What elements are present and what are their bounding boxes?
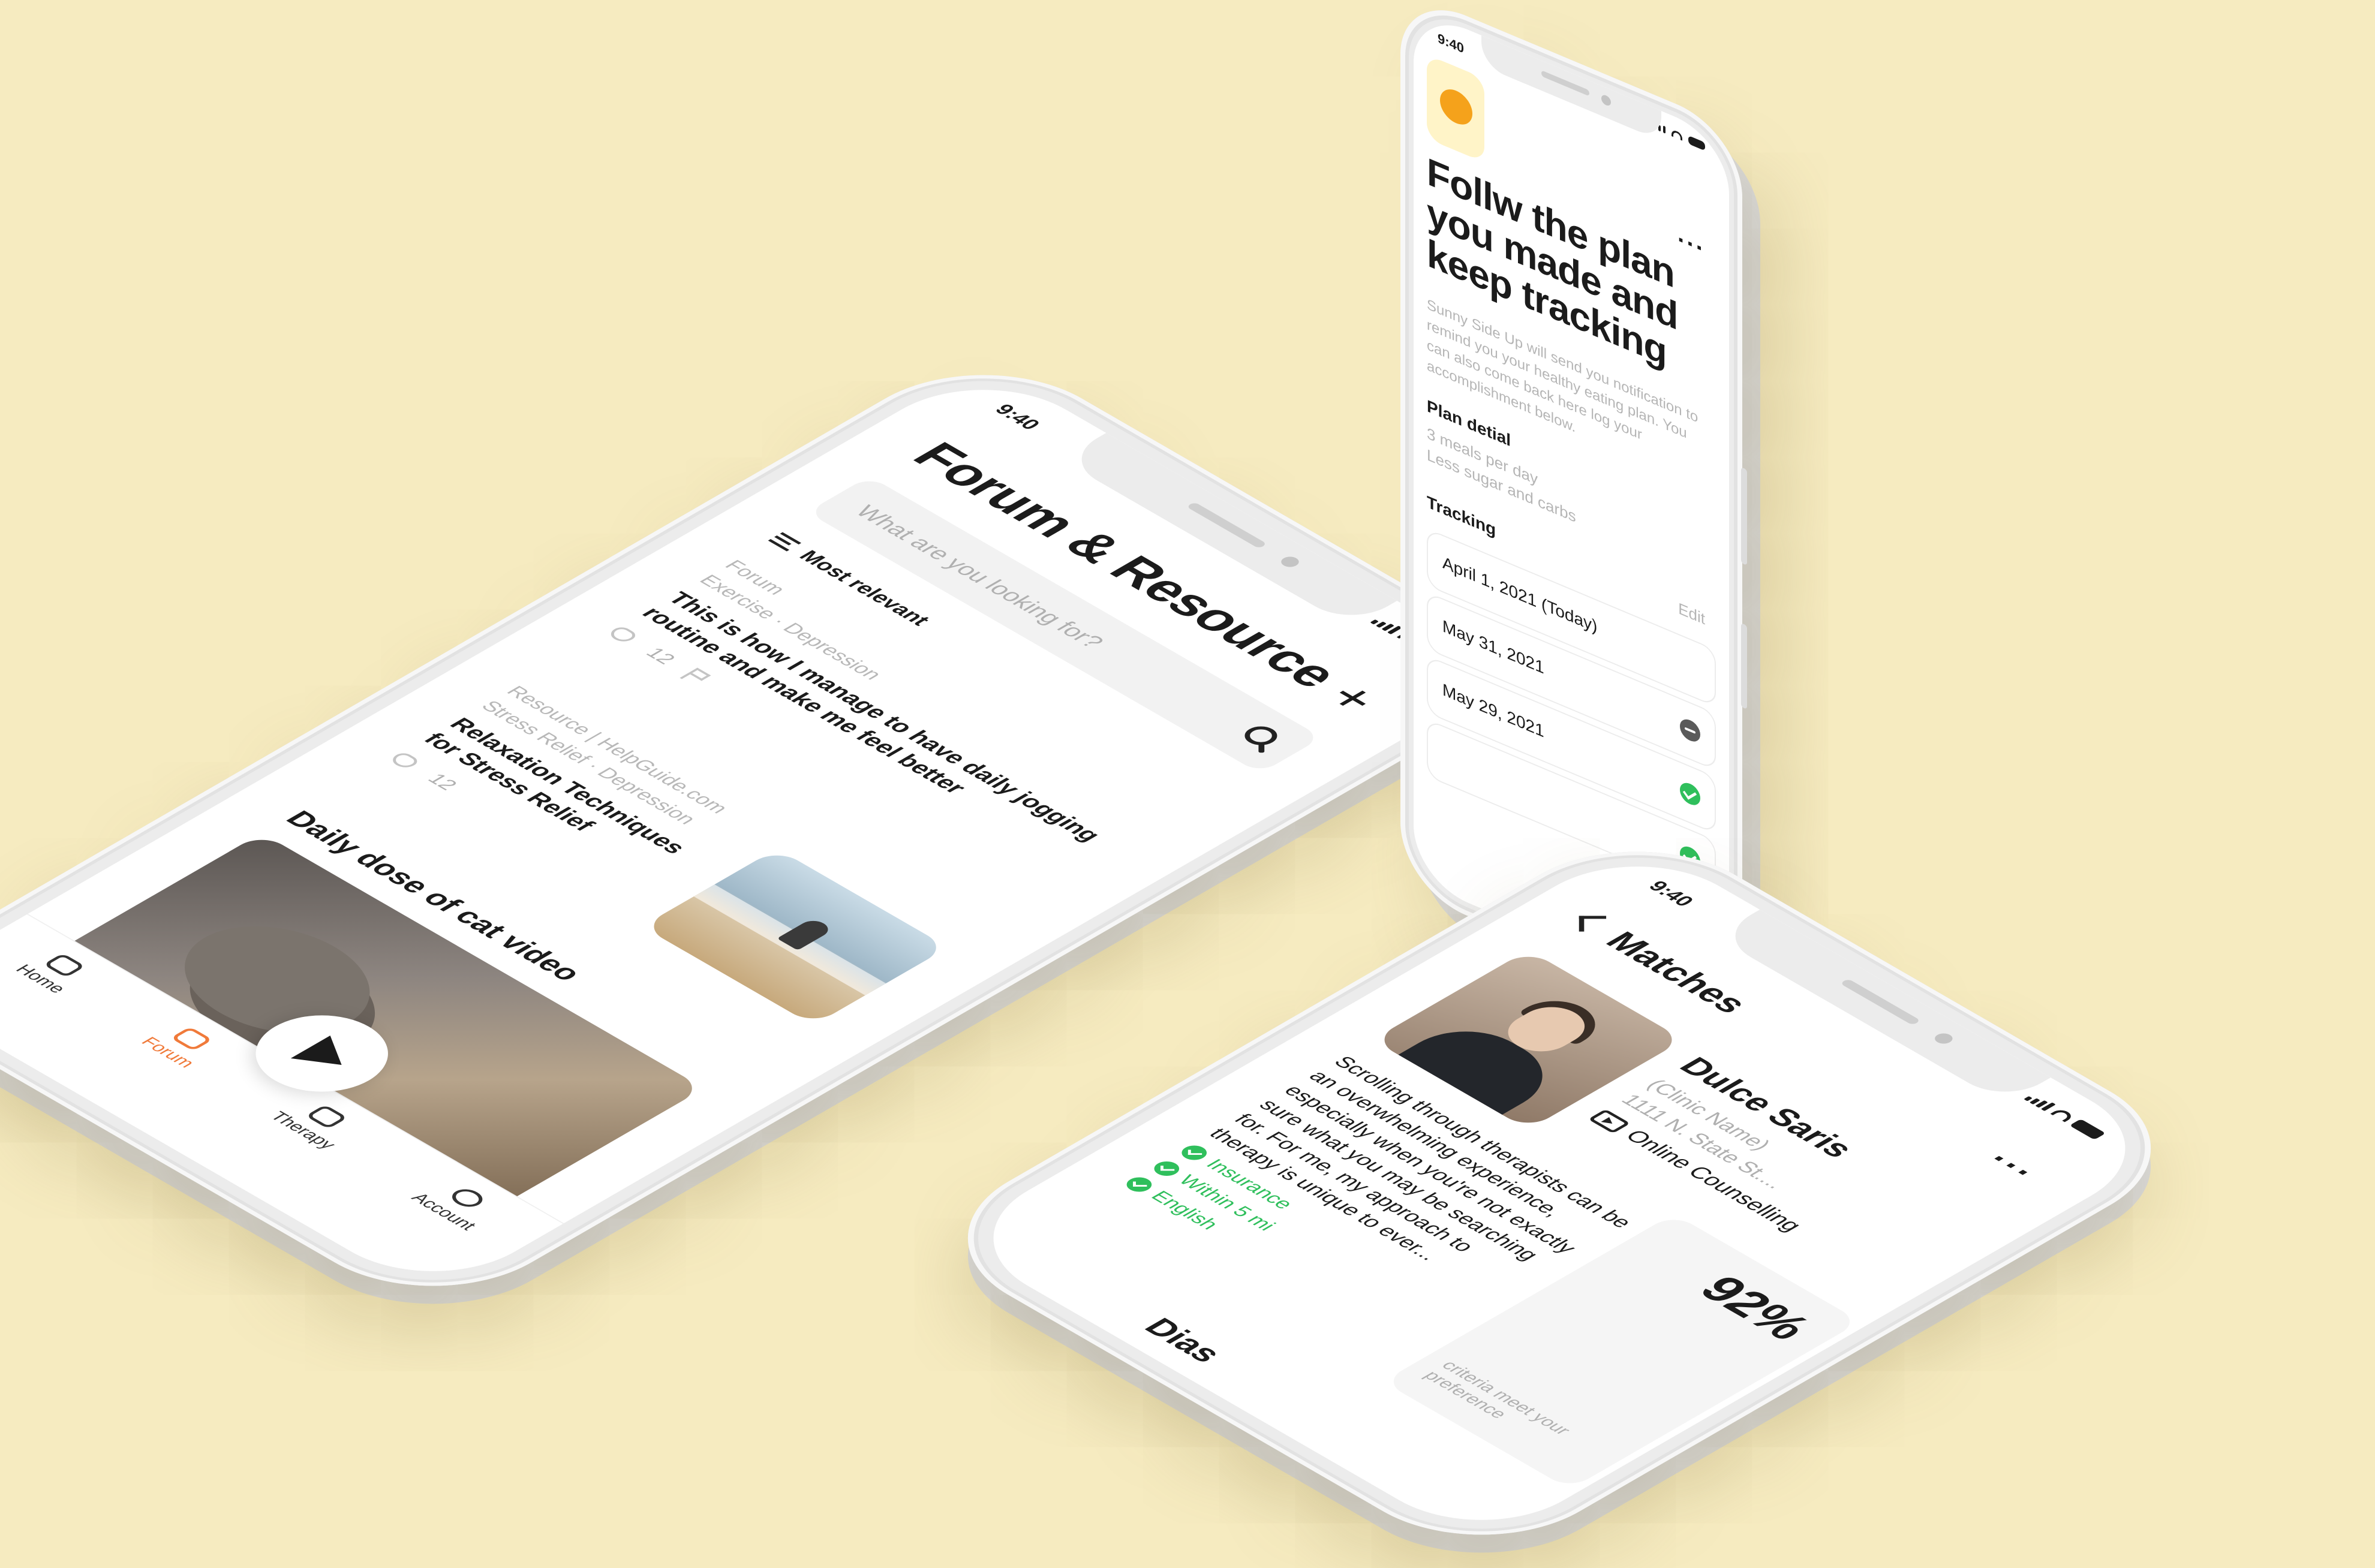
next-therapist-name: Dias	[1137, 1313, 1231, 1368]
therapist-card[interactable]: Dulce Saris (Clinic Name) 1111 N. State …	[1060, 950, 1982, 1489]
signal-icon	[1370, 616, 1402, 634]
tab-home[interactable]: Home	[11, 947, 95, 996]
tab-therapy[interactable]: Therapy	[265, 1094, 365, 1152]
flag-icon[interactable]	[680, 667, 714, 687]
battery-icon	[1688, 135, 1705, 151]
add-post-button[interactable]: +	[1313, 675, 1392, 721]
search-icon[interactable]	[1238, 723, 1284, 749]
sort-icon	[768, 532, 802, 552]
check-circle-icon	[1149, 1158, 1185, 1179]
minus-circle-icon[interactable]	[1680, 716, 1700, 745]
preference-note: criteria meet your preference	[1420, 1358, 1575, 1438]
status-time: 9:40	[1438, 30, 1465, 56]
status-time: 9:40	[1643, 878, 1699, 910]
matches-screen: 9:40 Matches ··· Dulce Saris (Clinic Nam…	[945, 839, 2173, 1548]
wifi-icon	[1671, 129, 1682, 141]
wifi-icon	[2050, 1107, 2075, 1122]
heart-icon[interactable]	[388, 751, 422, 771]
list-item[interactable]: Resource | HelpGuide.com Stress Relief ·…	[386, 683, 771, 906]
side-button	[1741, 467, 1747, 566]
match-score: 92%	[1687, 1268, 1824, 1347]
more-options-button[interactable]: ···	[1977, 1146, 2048, 1187]
mockup-stage: 9:40 Forum & Resource + What are you loo…	[0, 0, 2375, 1568]
chevron-left-icon	[1579, 916, 1607, 932]
check-circle-icon[interactable]	[1680, 780, 1700, 809]
signal-icon	[2024, 1093, 2056, 1111]
side-button	[1741, 622, 1747, 710]
heart-icon[interactable]	[606, 625, 640, 645]
battery-icon	[2069, 1119, 2106, 1140]
edit-link[interactable]: Edit	[1678, 599, 1705, 629]
check-circle-icon	[1122, 1174, 1158, 1195]
status-time: 9:40	[990, 401, 1045, 434]
app-logo	[1427, 54, 1484, 163]
status-icons	[2024, 1093, 2106, 1140]
tab-account[interactable]: Account	[407, 1176, 506, 1233]
video-icon	[1588, 1109, 1631, 1134]
check-circle-icon	[1177, 1142, 1213, 1163]
notch	[1714, 910, 2051, 1104]
notch	[1481, 35, 1661, 141]
like-count: 12	[641, 645, 681, 667]
like-count: 12	[422, 771, 462, 793]
tab-forum[interactable]: Forum	[136, 1020, 224, 1070]
